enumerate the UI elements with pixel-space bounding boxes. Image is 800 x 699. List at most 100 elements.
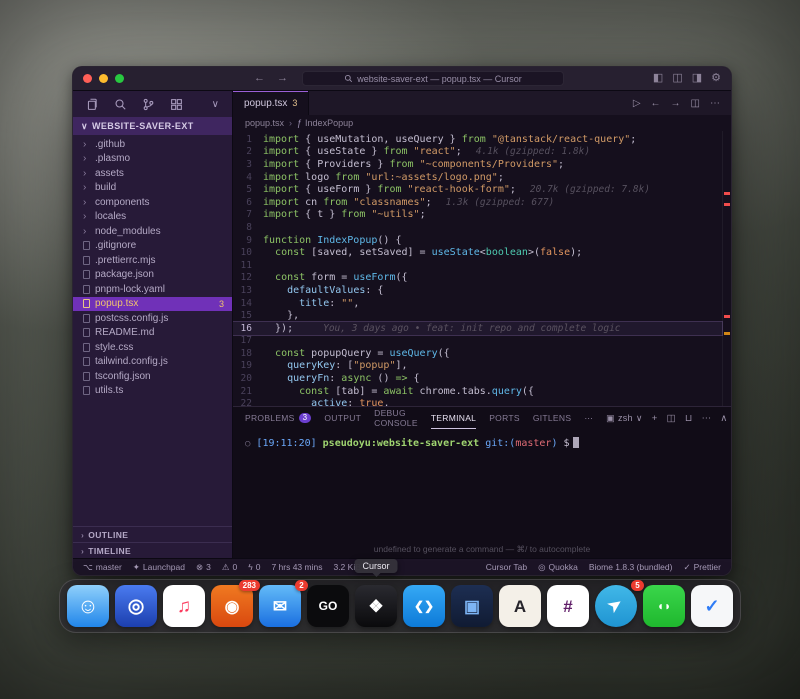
status-git-branch[interactable]: ⌥master [83,562,122,573]
status-cursor-tab[interactable]: Cursor Tab [486,562,527,573]
toggle-secondary-sidebar-icon[interactable]: ◨ [692,73,702,84]
dock-app-arc[interactable]: A [499,585,541,627]
terminal[interactable]: ○[19:11:20] pseudoyu:website-saver-ext g… [233,429,731,558]
file-row-postcss.config.js[interactable]: postcss.config.js [73,311,232,326]
dock-app-reeder[interactable]: ◉283 [211,585,253,627]
code-editor[interactable]: 1import { useMutation, useQuery } from "… [233,131,731,406]
code-line-5[interactable]: 5import { useForm } from "react-hook-for… [233,183,722,196]
dock-app-browser[interactable]: ◎ [115,585,157,627]
toggle-primary-sidebar-icon[interactable]: ◧ [653,73,663,84]
dock-app-telegram[interactable]: ➤5 [595,585,637,627]
dock-app-cursor[interactable]: Cursor❖ [355,585,397,627]
code-line-1[interactable]: 1import { useMutation, useQuery } from "… [233,133,722,146]
code-line-11[interactable]: 11 [233,259,722,272]
panel-tab-ports[interactable]: PORTS [489,407,520,429]
dock-app-mail[interactable]: ✉2 [259,585,301,627]
file-row-pnpm-lock.yaml[interactable]: pnpm-lock.yaml [73,282,232,297]
status-warnings[interactable]: ⚠0 [222,562,237,573]
file-row-popup.tsx[interactable]: popup.tsx3 [73,297,232,312]
file-row-components[interactable]: ›components [73,195,232,210]
file-row-build[interactable]: ›build [73,181,232,196]
panel-tab-problems[interactable]: PROBLEMS3 [245,407,311,429]
breadcrumb-item[interactable]: ƒIndexPopup [297,118,353,128]
status-launchpad[interactable]: ✦Launchpad [133,562,185,573]
section-timeline[interactable]: ›TIMELINE [73,542,232,558]
kill-terminal-icon[interactable]: ⊔ [685,413,693,424]
code-line-13[interactable]: 13 defaultValues: { [233,284,722,297]
overview-ruler[interactable] [722,131,731,406]
code-line-6[interactable]: 6import cn from "classnames";1.3k (gzipp… [233,196,722,209]
file-row-style.css[interactable]: style.css [73,340,232,355]
collapse-icon[interactable]: ∨ [212,99,219,110]
explorer-icon[interactable] [86,98,99,111]
search-icon[interactable] [114,98,127,111]
titlebar[interactable]: ← → website-saver-ext — popup.tsx — Curso… [73,67,731,91]
panel-tab-more[interactable]: ⋯ [584,407,593,429]
code-line-21[interactable]: 21 const [tab] = await chrome.tabs.query… [233,385,722,398]
extensions-icon[interactable] [170,98,183,111]
code-line-12[interactable]: 12 const form = useForm({ [233,272,722,285]
code-line-17[interactable]: 17 [233,335,722,348]
dock-app-vscode[interactable]: ❮❯ [403,585,445,627]
new-terminal-icon[interactable]: + [652,413,658,424]
split-terminal-icon[interactable]: ◫ [667,413,676,424]
code-line-2[interactable]: 2import { useState } from "react";4.1k (… [233,146,722,159]
toggle-panel-icon[interactable]: ◫ [672,73,682,84]
file-row-node_modules[interactable]: ›node_modules [73,224,232,239]
dock-app-slack[interactable]: # [547,585,589,627]
status-prettier[interactable]: ✓Prettier [683,562,721,573]
more-actions-icon[interactable]: ⋯ [710,98,720,109]
code-line-10[interactable]: 10 const [saved, setSaved] = useState<bo… [233,246,722,259]
file-row-README.md[interactable]: README.md [73,326,232,341]
zoom-button[interactable] [115,74,124,83]
status-biome[interactable]: Biome 1.8.3 (bundled) [589,562,673,573]
code-line-3[interactable]: 3import { Providers } from "~components/… [233,158,722,171]
code-line-19[interactable]: 19 queryKey: ["popup"], [233,360,722,373]
forward-icon[interactable]: → [277,73,288,84]
window-title-pill[interactable]: website-saver-ext — popup.tsx — Cursor [302,71,564,86]
file-row-tailwind.config.js[interactable]: tailwind.config.js [73,355,232,370]
split-editor-icon[interactable]: ◫ [691,98,700,109]
code-line-9[interactable]: 9function IndexPopup() { [233,234,722,247]
status-quokka[interactable]: ◎Quokka [538,562,578,573]
status-zap[interactable]: ϟ0 [248,562,260,573]
code-line-20[interactable]: 20 queryFn: async () => { [233,372,722,385]
panel-tab-output[interactable]: OUTPUT [324,407,361,429]
code-line-4[interactable]: 4import logo from "url:~assets/logo.png"… [233,171,722,184]
panel-tab-gitlens[interactable]: GITLENS [533,407,571,429]
file-row-.github[interactable]: ›.github [73,137,232,152]
dock-app-finder[interactable]: ☺ [67,585,109,627]
source-control-icon[interactable] [142,98,155,111]
file-row-package.json[interactable]: package.json [73,268,232,283]
status-wakatime[interactable]: 7 hrs 43 mins [271,562,322,573]
maximize-panel-icon[interactable]: ∧ [720,413,727,424]
file-row-locales[interactable]: ›locales [73,210,232,225]
run-icon[interactable]: ▷ [633,98,641,109]
status-errors[interactable]: ⊗3 [196,562,211,573]
code-line-7[interactable]: 7import { t } from "~utils"; [233,209,722,222]
panel-tab-debug-console[interactable]: DEBUG CONSOLE [374,407,418,429]
file-row-tsconfig.json[interactable]: tsconfig.json [73,369,232,384]
file-row-.gitignore[interactable]: .gitignore [73,239,232,254]
file-row-.plasmo[interactable]: ›.plasmo [73,152,232,167]
file-row-utils.ts[interactable]: utils.ts [73,384,232,399]
code-line-8[interactable]: 8 [233,221,722,234]
file-row-.prettierrc.mjs[interactable]: .prettierrc.mjs [73,253,232,268]
code-line-16[interactable]: 16 });You, 3 days ago • feat: init repo … [233,322,722,335]
settings-gear-icon[interactable]: ⚙ [711,73,721,84]
section-outline[interactable]: ›OUTLINE [73,526,232,542]
more-actions-icon[interactable]: ⋯ [702,413,712,424]
dock-app-wechat[interactable]: ◖◗ [643,585,685,627]
tab-popup-tsx[interactable]: popup.tsx 3 [233,91,309,115]
close-button[interactable] [83,74,92,83]
file-row-assets[interactable]: ›assets [73,166,232,181]
code-line-14[interactable]: 14 title: "", [233,297,722,310]
dock-app-go[interactable]: GO [307,585,349,627]
dock-app-things[interactable]: ✓ [691,585,733,627]
code-line-15[interactable]: 15 }, [233,309,722,322]
back-icon[interactable]: ← [254,73,265,84]
explorer-header[interactable]: ∨ WEBSITE-SAVER-EXT [73,117,232,135]
code-line-22[interactable]: 22 active: true, [233,397,722,406]
dock-app-music[interactable]: ♫ [163,585,205,627]
minimize-button[interactable] [99,74,108,83]
